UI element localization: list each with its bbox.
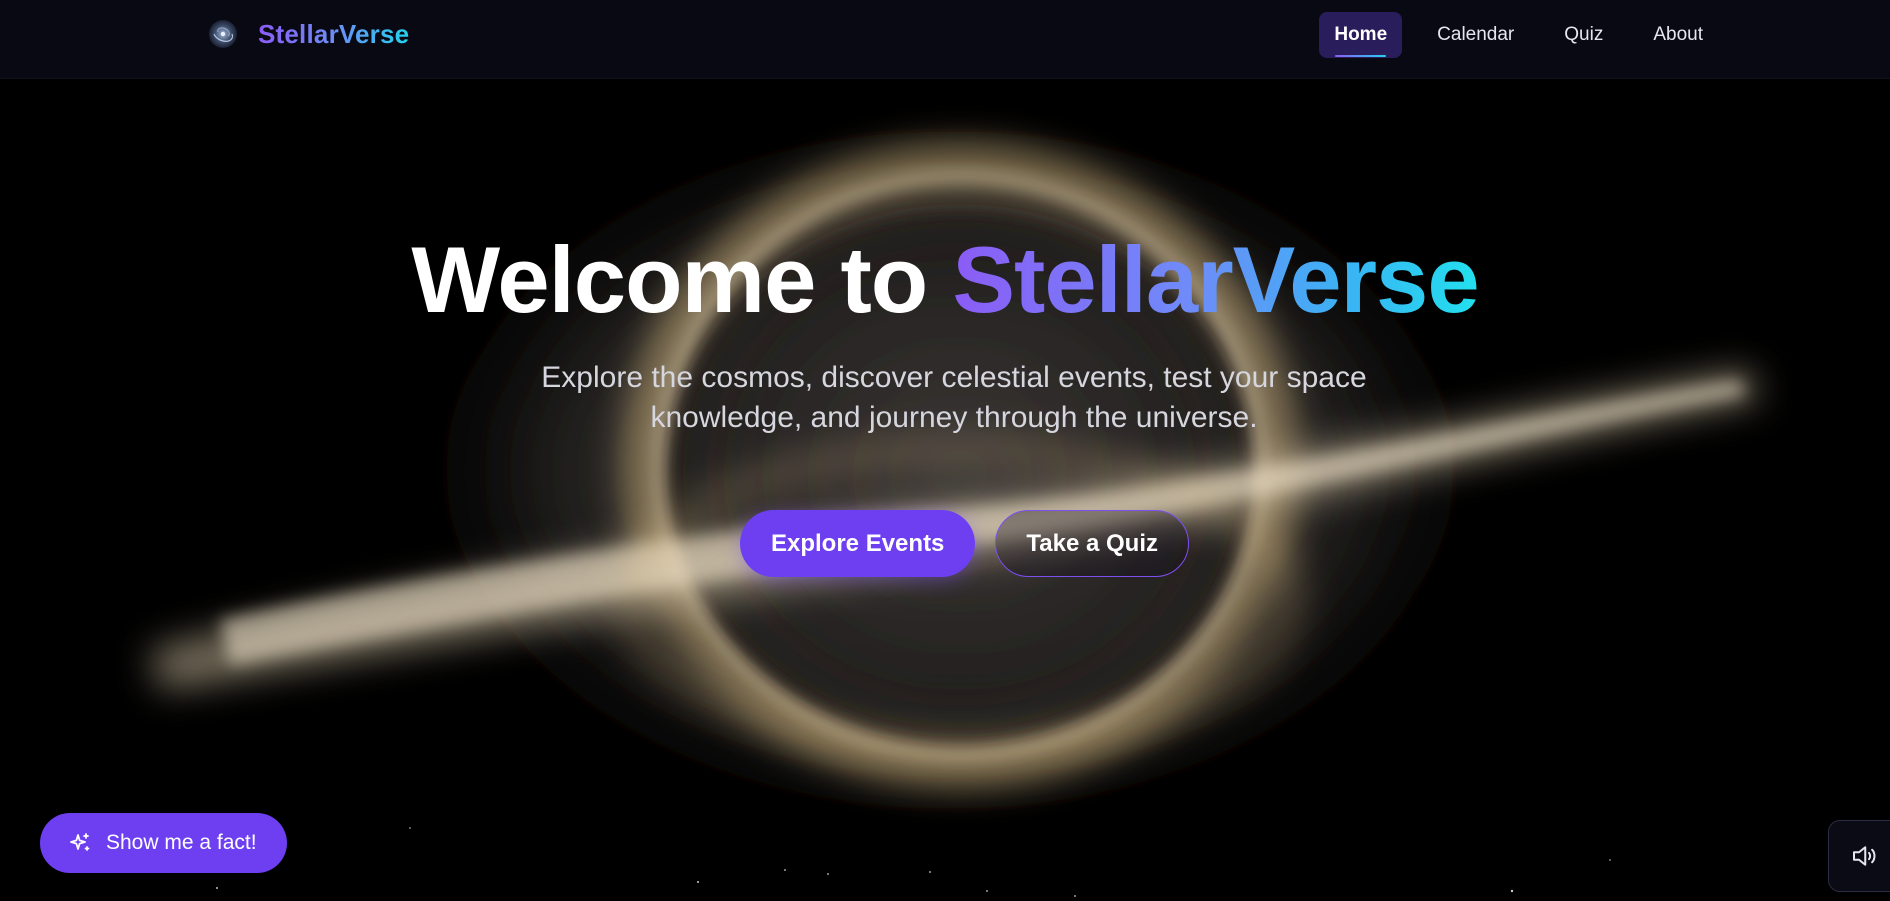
explore-events-button[interactable]: Explore Events <box>740 510 976 577</box>
hero-title: Welcome to StellarVerse <box>0 228 1890 331</box>
nav-link-quiz[interactable]: Quiz <box>1549 12 1618 58</box>
hero-section: Welcome to StellarVerse Explore the cosm… <box>0 0 1890 901</box>
volume-icon <box>1853 846 1876 866</box>
hero-subtitle-line-1: Explore the cosmos, discover celestial e… <box>541 361 1367 394</box>
nav-link-calendar[interactable]: Calendar <box>1422 12 1529 58</box>
nav-link-home[interactable]: Home <box>1319 12 1403 58</box>
nav-links: Home Calendar Quiz About <box>1299 12 1718 58</box>
nav-link-about[interactable]: About <box>1638 12 1718 58</box>
sparkles-icon <box>70 833 90 851</box>
take-quiz-button[interactable]: Take a Quiz <box>995 510 1190 577</box>
brand-link[interactable]: StellarVerse <box>208 16 409 52</box>
brand-name: StellarVerse <box>258 18 410 49</box>
hero-title-highlight: StellarVerse <box>952 227 1479 332</box>
hero-subtitle: Explore the cosmos, discover celestial e… <box>495 358 1413 438</box>
top-navbar: StellarVerse Home Calendar Quiz About <box>0 0 1890 79</box>
sound-toggle-button[interactable] <box>1828 820 1890 892</box>
show-fact-label: Show me a fact! <box>106 831 257 854</box>
hero-subtitle-line-2: knowledge, and journey through the unive… <box>650 401 1258 434</box>
show-fact-button[interactable]: Show me a fact! <box>40 813 287 873</box>
hero-actions: Explore Events Take a Quiz <box>740 510 1190 577</box>
galaxy-icon <box>209 20 237 48</box>
hero-title-prefix: Welcome to <box>411 227 953 332</box>
page: StellarVerse Home Calendar Quiz About We… <box>0 0 1890 901</box>
